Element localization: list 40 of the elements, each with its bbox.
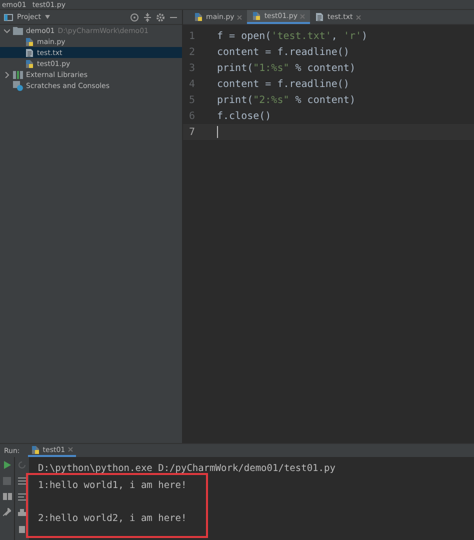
python-file-icon <box>25 36 34 46</box>
code-line: print("2:%s" % content) <box>216 94 356 106</box>
dropdown-caret-icon[interactable] <box>44 15 50 19</box>
line-number: 5 <box>188 94 196 106</box>
line-number: 6 <box>188 110 196 122</box>
text-file-icon <box>25 48 34 58</box>
close-icon[interactable] <box>356 14 361 20</box>
python-file-icon <box>252 11 262 21</box>
line-number: 2 <box>188 46 196 58</box>
run-icon[interactable] <box>3 461 11 469</box>
code-line: content = f.readline() <box>216 46 350 58</box>
soft-wrap-icon[interactable] <box>18 493 26 501</box>
layout-icon[interactable] <box>2 493 12 500</box>
locate-icon[interactable] <box>130 12 139 22</box>
line-number: 4 <box>188 78 196 90</box>
code-line: f = open('test.txt', 'r') <box>216 30 368 42</box>
console-line: 1:hello world1, i am here! <box>38 478 188 492</box>
python-file-icon <box>194 12 203 22</box>
collapse-all-icon[interactable] <box>143 12 152 22</box>
line-number: 1 <box>188 30 196 42</box>
close-icon[interactable] <box>68 447 74 452</box>
code-line: print("1:%s" % content) <box>216 62 356 74</box>
project-view-icon <box>4 12 13 22</box>
line-number: 3 <box>188 62 196 74</box>
console-line: D:\python\python.exe D:/pyCharmWork/demo01/test01.py <box>38 462 336 476</box>
library-icon <box>13 70 23 78</box>
python-file-icon <box>30 444 40 454</box>
code-line: content = f.readline() <box>216 78 350 90</box>
settings-icon[interactable] <box>156 12 165 22</box>
print-icon[interactable] <box>18 509 26 517</box>
scratch-icon <box>13 80 23 90</box>
python-file-icon <box>25 58 34 68</box>
console-line: 2:hello world2, i am here! <box>38 512 188 526</box>
scroll-icon[interactable] <box>18 477 26 485</box>
code-line: f.close() <box>216 110 272 122</box>
trash-icon[interactable] <box>18 525 26 533</box>
line-number: 7 <box>188 126 196 138</box>
folder-icon <box>13 26 23 34</box>
text-cursor <box>217 126 218 138</box>
close-icon[interactable] <box>237 14 242 20</box>
